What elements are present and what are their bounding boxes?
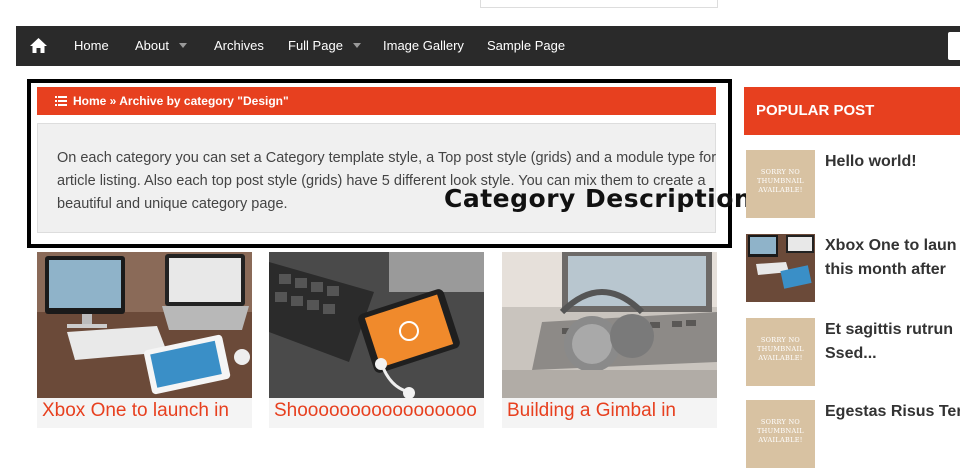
breadcrumb: Home » Archive by category "Design" [37, 87, 716, 115]
top-bar [0, 0, 960, 26]
post-title-band: Building a Gimbal in [502, 398, 717, 428]
post-card[interactable]: Xbox One to launch in [37, 252, 252, 428]
post-title-band: Xbox One to launch in [37, 398, 252, 428]
category-description: On each category you can set a Category … [37, 123, 716, 233]
header-search-box[interactable] [480, 0, 718, 8]
post-thumbnail[interactable] [269, 252, 484, 398]
post-thumbnail[interactable] [502, 252, 717, 398]
nav-item-sample-page[interactable]: Sample Page [487, 26, 565, 66]
post-title[interactable]: Xbox One to launch in [42, 400, 229, 422]
popular-post-thumbnail[interactable] [746, 234, 815, 302]
popular-post-title[interactable]: Egestas Risus Ter [825, 400, 960, 424]
home-icon[interactable] [30, 38, 47, 53]
list-icon [55, 96, 67, 106]
nav-search-input[interactable] [948, 32, 960, 60]
no-thumbnail-placeholder[interactable]: SORRY NO THUMBNAIL AVAILABLE! [746, 400, 815, 468]
post-card[interactable]: Shooooooooooooooooo [269, 252, 484, 428]
nav-item-about[interactable]: About [135, 26, 187, 66]
nav-item-archives[interactable]: Archives [214, 26, 264, 66]
main-nav: Home About Archives Full Page Image Gall… [16, 26, 960, 66]
post-thumbnail[interactable] [37, 252, 252, 398]
popular-post-title[interactable]: Xbox One to laun this month after [825, 234, 960, 282]
nav-item-full-page[interactable]: Full Page [288, 26, 361, 66]
chevron-down-icon [352, 43, 361, 49]
chevron-down-icon [178, 43, 187, 49]
nav-item-home[interactable]: Home [74, 26, 109, 66]
popular-post-title[interactable]: Et sagittis rutrun Ssed... [825, 318, 960, 366]
popular-post-item[interactable]: SORRY NO THUMBNAIL AVAILABLE! Et sagitti… [746, 318, 960, 388]
annotation-label: Category Description [444, 184, 753, 213]
popular-post-item[interactable]: SORRY NO THUMBNAIL AVAILABLE! Hello worl… [746, 150, 960, 220]
no-thumbnail-placeholder[interactable]: SORRY NO THUMBNAIL AVAILABLE! [746, 318, 815, 386]
post-card[interactable]: Building a Gimbal in [502, 252, 717, 428]
post-title-band: Shooooooooooooooooo [269, 398, 484, 428]
post-title[interactable]: Building a Gimbal in [507, 400, 676, 422]
nav-item-image-gallery[interactable]: Image Gallery [383, 26, 464, 66]
popular-post-heading: POPULAR POST [744, 87, 960, 135]
no-thumbnail-placeholder[interactable]: SORRY NO THUMBNAIL AVAILABLE! [746, 150, 815, 218]
popular-post-item[interactable]: Xbox One to laun this month after [746, 234, 960, 304]
popular-post-title[interactable]: Hello world! [825, 150, 960, 174]
popular-post-item[interactable]: SORRY NO THUMBNAIL AVAILABLE! Egestas Ri… [746, 400, 960, 470]
breadcrumb-text[interactable]: Home » Archive by category "Design" [73, 87, 289, 115]
post-title[interactable]: Shooooooooooooooooo [274, 400, 477, 422]
